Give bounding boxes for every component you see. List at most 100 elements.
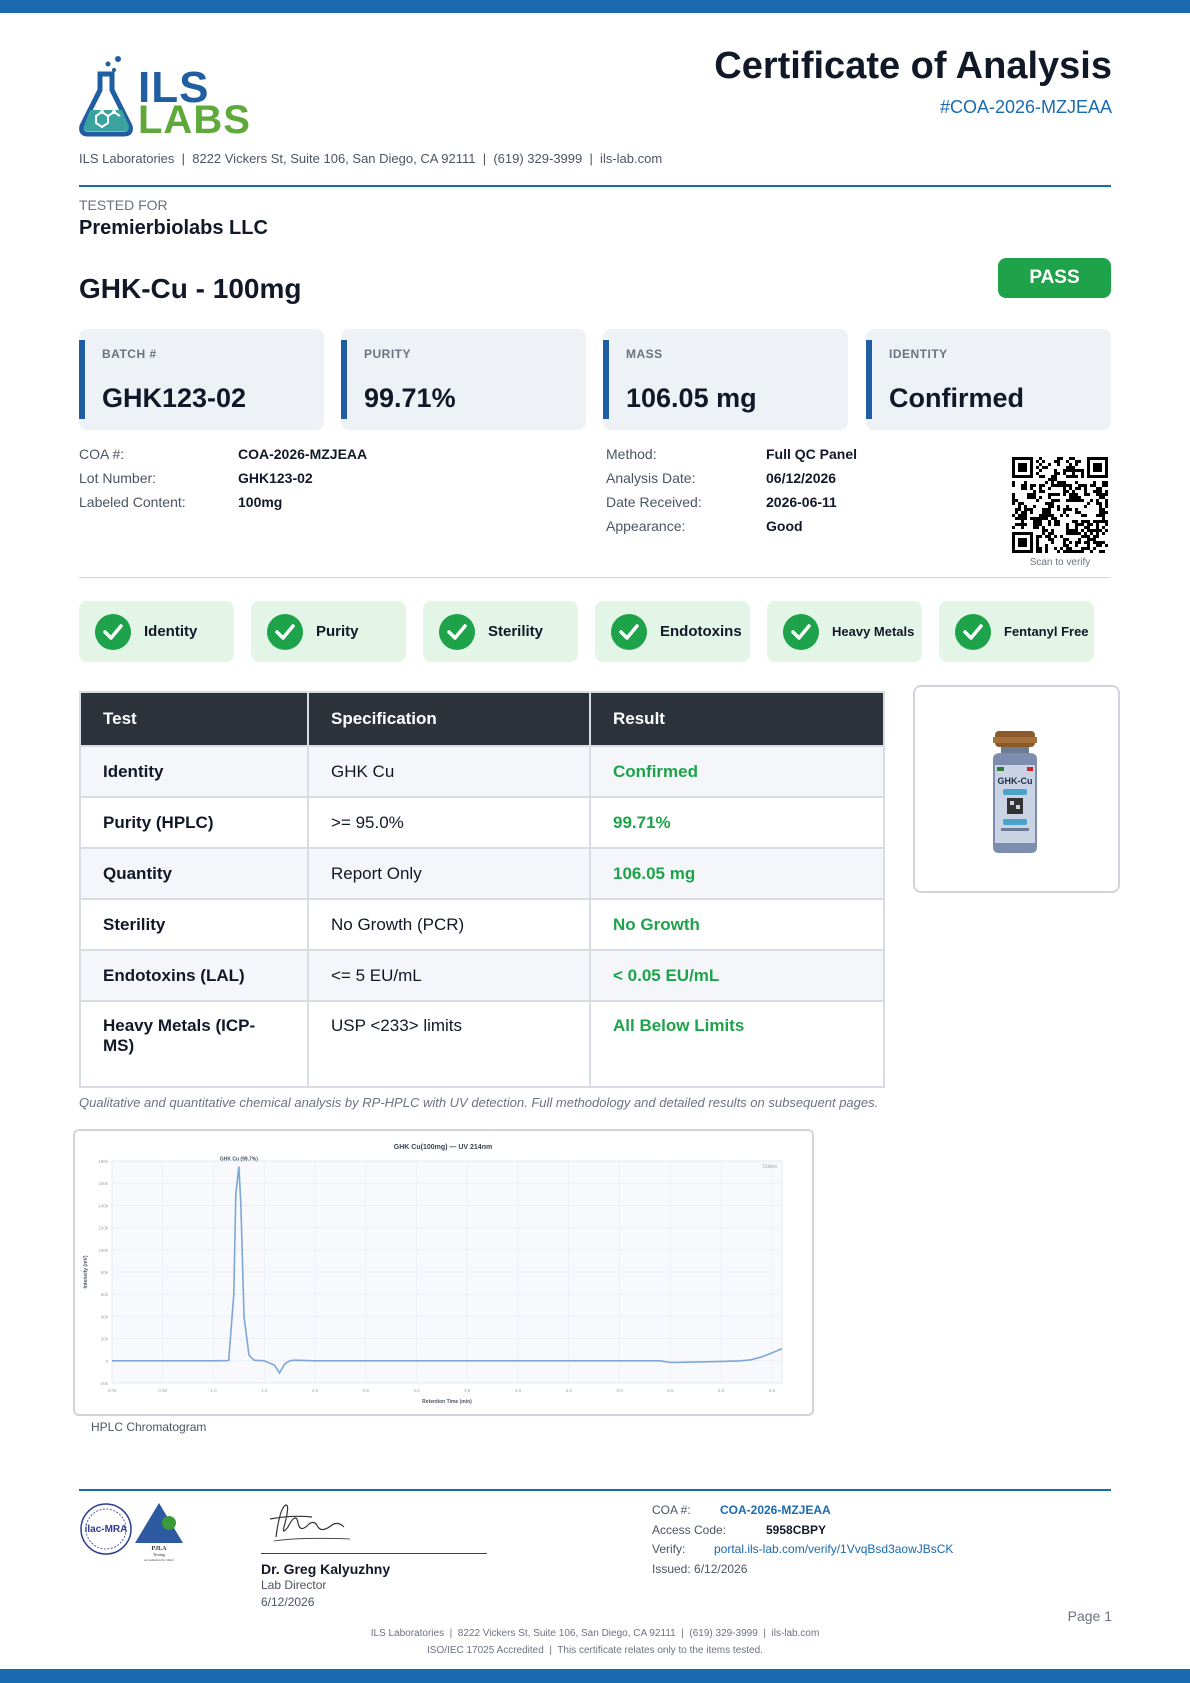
- check-icon: [439, 614, 475, 650]
- stat-card-mass: MASS 106.05 mg: [603, 329, 848, 430]
- header-divider: [79, 185, 1111, 187]
- header-address: ILS Laboratories | 8222 Vickers St, Suit…: [79, 151, 663, 166]
- check-card-fentanyl-free: Fentanyl Free: [939, 601, 1094, 662]
- check-icon: [95, 614, 131, 650]
- pass-badge: PASS: [998, 258, 1111, 298]
- detail-key: Analysis Date:: [606, 470, 696, 486]
- stat-label: PURITY: [364, 347, 412, 361]
- footer-divider: [79, 1489, 1111, 1491]
- column-header: Result: [589, 691, 885, 747]
- footer-address: ILS Laboratories | 8222 Vickers St, Suit…: [370, 1628, 820, 1639]
- x-tick-label: 5.5: [667, 1388, 674, 1393]
- x-tick-label: 3.0: [413, 1388, 420, 1393]
- stat-value: 99.71%: [364, 383, 456, 413]
- test-name: Identity: [79, 745, 309, 798]
- access-code-key: Access Code:: [652, 1523, 727, 1537]
- x-tick-label: 2.0: [312, 1388, 319, 1393]
- check-card-sterility: Sterility: [423, 601, 578, 662]
- column-header: Specification: [307, 691, 591, 747]
- signature-line: [261, 1553, 487, 1554]
- detail-key: Method:: [606, 446, 657, 462]
- y-tick-label: -20k: [99, 1381, 109, 1386]
- chart-title: GHK Cu(100mg) — UV 214nm: [394, 1144, 492, 1151]
- page-number: Page 1: [1067, 1608, 1112, 1624]
- chromatogram-caption: HPLC Chromatogram: [91, 1420, 207, 1434]
- y-tick-label: 180k: [98, 1159, 109, 1164]
- table-row: Heavy Metals (ICP-MS) USP <233> limits A…: [79, 1000, 885, 1088]
- x-tick-label: 4.5: [566, 1388, 573, 1393]
- footer-accreditation: ISO/IEC 17025 Accredited | This certific…: [427, 1645, 763, 1656]
- check-label: Heavy Metals: [832, 624, 915, 639]
- test-name: Quantity: [79, 847, 309, 900]
- coa-value: COA-2026-MZJEAA: [720, 1503, 831, 1517]
- table-row: Quantity Report Only 106.05 mg: [79, 847, 885, 900]
- detail-key: Lot Number:: [79, 470, 157, 486]
- detail-value: 06/12/2026: [766, 470, 837, 486]
- document-title: Certificate of Analysis: [714, 45, 1112, 87]
- ilac-text: ilac-MRA: [85, 1524, 128, 1535]
- method-note: Qualitative and quantitative chemical an…: [79, 1095, 879, 1110]
- client-name: Premierbiolabs LLC: [79, 217, 268, 239]
- access-code-value: 5958CBPY: [766, 1523, 827, 1537]
- detail-value: Good: [766, 518, 803, 534]
- test-name: Sterility: [79, 898, 309, 951]
- top-accent-bar: [0, 0, 1190, 13]
- y-tick-label: 100k: [98, 1248, 109, 1253]
- logo-text-labs: LABS: [138, 98, 251, 142]
- check-icon: [783, 614, 819, 650]
- test-result: 106.05 mg: [589, 847, 885, 900]
- detail-key: Labeled Content:: [79, 494, 186, 510]
- y-tick-label: 60k: [101, 1292, 109, 1297]
- test-spec: >= 95.0%: [307, 796, 591, 849]
- coa-reference: #COA-2026-MZJEAA: [939, 97, 1112, 117]
- table-row: Endotoxins (LAL) <= 5 EU/mL < 0.05 EU/mL: [79, 949, 885, 1002]
- check-card-heavy-metals: Heavy Metals: [767, 601, 922, 662]
- table-row: Identity GHK Cu Confirmed: [79, 745, 885, 798]
- vial-picture: GHK-Cu: [993, 731, 1037, 853]
- signature-date: 6/12/2026: [261, 1595, 315, 1609]
- y-tick-label: 0: [105, 1359, 108, 1364]
- test-result: < 0.05 EU/mL: [589, 949, 885, 1002]
- check-icon: [267, 614, 303, 650]
- detail-value: Full QC Panel: [766, 446, 858, 462]
- ilac-mra-seal-icon: ilac-MRA: [80, 1503, 132, 1555]
- x-tick-label: 0.00: [108, 1388, 117, 1393]
- tested-for-label: TESTED FOR: [79, 197, 168, 213]
- x-tick-label: 3.5: [464, 1388, 471, 1393]
- coa-key: COA #:: [652, 1503, 691, 1517]
- y-tick-label: 20k: [101, 1337, 109, 1342]
- check-label: Sterility: [488, 623, 544, 640]
- test-spec: <= 5 EU/mL: [307, 949, 591, 1002]
- pjla-sub: Testing: [153, 1552, 165, 1557]
- test-name: Purity (HPLC): [79, 796, 309, 849]
- check-card-purity: Purity: [251, 601, 406, 662]
- check-card-identity: Identity: [79, 601, 234, 662]
- stat-card-batch: BATCH # GHK123-02: [79, 329, 324, 430]
- verify-key: Verify:: [652, 1542, 686, 1556]
- column-header: Test: [79, 691, 309, 747]
- detail-key: Date Received:: [606, 494, 702, 510]
- test-spec: No Growth (PCR): [307, 898, 591, 951]
- check-label: Identity: [144, 623, 198, 640]
- check-icon: [955, 614, 991, 650]
- test-name: Heavy Metals (ICP-MS): [79, 1000, 309, 1088]
- detail-key: COA #:: [79, 446, 125, 462]
- hplc-chromatogram: GHK Cu(100mg) — UV 214nm -20k 0 20k 40k 60k 8…: [73, 1129, 814, 1416]
- test-spec: USP <233> limits: [307, 1000, 591, 1088]
- table-row: Sterility No Growth (PCR) No Growth: [79, 898, 885, 951]
- x-tick-label: 1.5: [261, 1388, 268, 1393]
- y-axis-label: Intensity (mV): [83, 1255, 89, 1288]
- qr-code-icon[interactable]: [1012, 457, 1108, 553]
- detail-key: Appearance:: [606, 518, 686, 534]
- y-tick-label: 120k: [98, 1226, 109, 1231]
- stat-label: IDENTITY: [889, 347, 948, 361]
- section-divider: [79, 577, 1111, 578]
- signer-name: Dr. Greg Kalyuzhny: [261, 1561, 391, 1577]
- x-tick-label: 6.0: [718, 1388, 725, 1393]
- stat-label: BATCH #: [102, 347, 157, 361]
- x-tick-label: 5.0: [616, 1388, 623, 1393]
- stat-value: GHK123-02: [102, 383, 247, 413]
- test-result: No Growth: [589, 898, 885, 951]
- detail-value: 2026-06-11: [766, 494, 837, 510]
- verify-link[interactable]: portal.ils-lab.com/verify/1VvqBsd3aowJBs…: [714, 1542, 953, 1556]
